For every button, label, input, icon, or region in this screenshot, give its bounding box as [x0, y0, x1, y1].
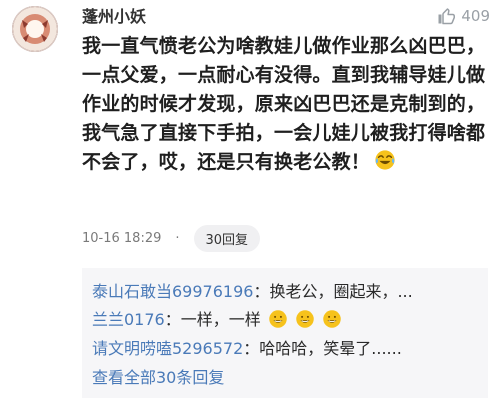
grinning-emoji [268, 309, 288, 336]
reply-item: 请文明唠嗑5296572：哈哈哈，笑晕了...... [92, 337, 402, 361]
view-all-replies-link[interactable]: 查看全部30条回复 [92, 366, 224, 390]
thumbs-up-icon [438, 8, 456, 25]
grinning-emoji [322, 309, 342, 336]
reply-item: 泰山石敢当69976196：换老公，圈起来，... [92, 280, 413, 304]
comment-username[interactable]: 蓬州小妖 [82, 7, 146, 27]
replies-panel: 泰山石敢当69976196：换老公，圈起来，... 兰兰0176：一样，一样 请… [82, 268, 488, 398]
reply-item: 兰兰0176：一样，一样 [92, 308, 342, 336]
reply-colon: ： [164, 310, 181, 329]
grinning-emoji [295, 309, 315, 336]
avatar-image [13, 7, 57, 51]
reply-text: 换老公，圈起来，... [269, 282, 413, 301]
like-count: 409 [461, 7, 490, 25]
comment-timestamp: 10-16 18:29 [82, 231, 162, 246]
reply-nick[interactable]: 兰兰0176 [92, 310, 165, 329]
laughing-crying-emoji [374, 149, 396, 180]
reply-text: 一样，一样 [180, 310, 261, 329]
reply-count-button[interactable]: 30回复 [193, 225, 261, 252]
reply-text: 哈哈哈，笑晕了...... [259, 339, 402, 358]
reply-nick[interactable]: 请文明唠嗑5296572 [92, 339, 243, 358]
meta-dot: · [175, 231, 180, 246]
comment-text: 我一直气愤老公为啥教娃儿做作业那么凶巴巴，一点父爱，一点耐心有没得。直到我辅导娃… [82, 35, 486, 173]
reply-colon: ： [243, 339, 260, 358]
reply-colon: ： [253, 282, 270, 301]
avatar[interactable] [12, 6, 58, 52]
comment-text-block: 我一直气愤老公为啥教娃儿做作业那么凶巴巴，一点父爱，一点耐心有没得。直到我辅导娃… [82, 32, 488, 180]
like-button[interactable]: 409 [437, 6, 490, 26]
reply-nick[interactable]: 泰山石敢当69976196 [92, 282, 253, 301]
comment-meta: 10-16 18:29 · 30回复 [82, 225, 261, 252]
